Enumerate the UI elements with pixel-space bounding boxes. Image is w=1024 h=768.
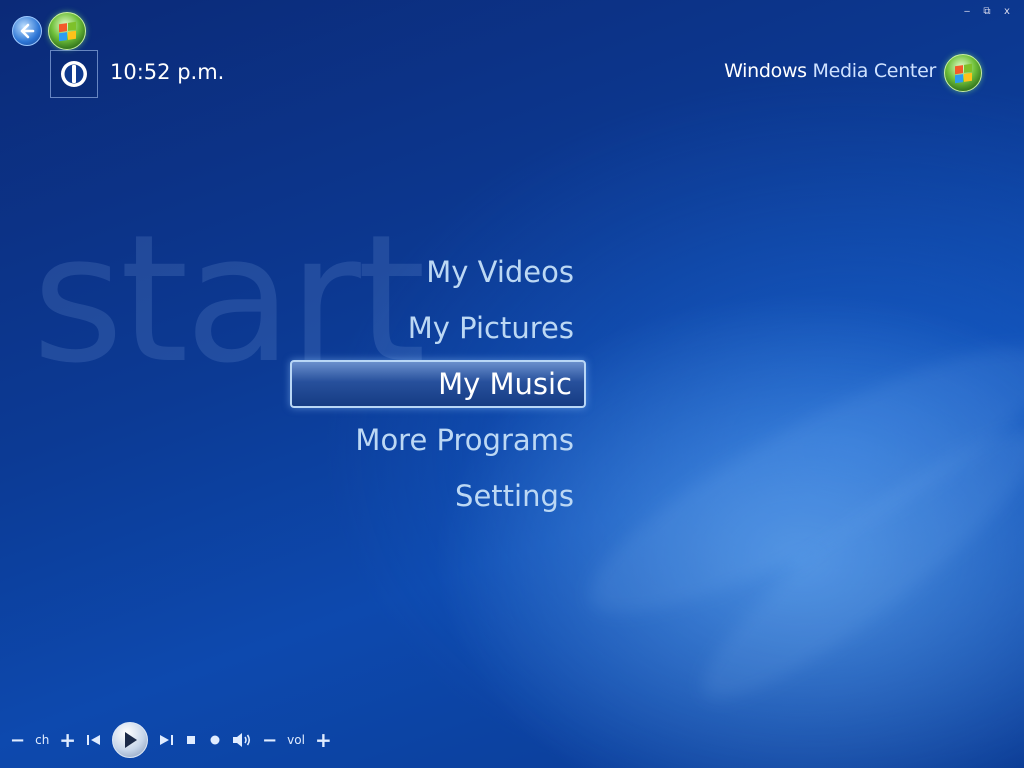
stop-icon — [187, 736, 196, 744]
power-icon — [61, 61, 87, 87]
skip-forward-button[interactable] — [158, 730, 174, 750]
record-button[interactable] — [208, 730, 222, 750]
menu-item-more-programs[interactable]: More Programs — [290, 416, 586, 464]
menu-item-my-videos[interactable]: My Videos — [290, 248, 586, 296]
volume-down-button[interactable]: − — [262, 730, 277, 751]
minimize-button[interactable]: ‒ — [960, 6, 974, 17]
play-icon — [125, 732, 138, 748]
skip-back-icon — [87, 735, 101, 745]
windows-orb-icon — [58, 21, 76, 41]
brand-title-light: Media Center — [812, 60, 937, 82]
close-button[interactable]: x — [1000, 6, 1014, 17]
mute-button[interactable] — [232, 730, 252, 750]
menu-item-settings[interactable]: Settings — [290, 472, 586, 520]
volume-label: vol — [287, 733, 305, 747]
stop-button[interactable] — [184, 730, 198, 750]
skip-back-button[interactable] — [86, 730, 102, 750]
menu-item-my-music[interactable]: My Music — [290, 360, 586, 408]
brand-logo — [944, 54, 982, 92]
skip-forward-icon — [160, 735, 174, 745]
brand-title: Windows Media Center — [724, 60, 936, 82]
channel-up-button[interactable]: + — [59, 728, 76, 752]
speaker-icon — [233, 733, 251, 747]
brand-title-bold: Windows — [724, 60, 807, 82]
transport-controls: − ch + − vol + — [10, 722, 332, 758]
clock-display: 10:52 p.m. — [110, 60, 225, 84]
restore-button[interactable]: ⧉ — [980, 6, 994, 17]
back-icon — [20, 23, 35, 39]
play-button[interactable] — [112, 722, 149, 758]
volume-up-button[interactable]: + — [315, 728, 332, 752]
back-button[interactable] — [12, 16, 42, 46]
windows-orb-button[interactable] — [48, 12, 86, 50]
window-controls: ‒ ⧉ x — [960, 6, 1014, 17]
channel-down-button[interactable]: − — [10, 730, 25, 751]
power-button[interactable] — [50, 50, 98, 98]
start-menu: My Videos My Pictures My Music More Prog… — [290, 248, 586, 528]
record-icon — [210, 735, 220, 745]
windows-orb-icon — [954, 63, 972, 83]
channel-label: ch — [35, 733, 50, 747]
menu-item-my-pictures[interactable]: My Pictures — [290, 304, 586, 352]
